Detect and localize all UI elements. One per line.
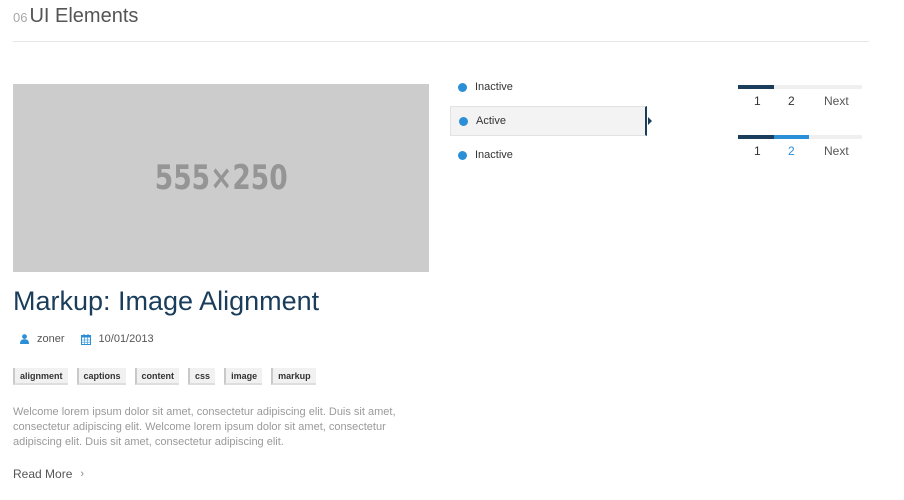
bullet-icon: [458, 82, 467, 92]
bullet-icon: [458, 150, 467, 160]
post-meta: zoner 10/01/2013: [20, 333, 154, 345]
tab-label: Inactive: [475, 81, 513, 93]
bullet-icon: [459, 116, 468, 126]
tab-inactive-1[interactable]: Inactive: [450, 72, 652, 102]
tag-list: alignment captions content css image mar…: [13, 368, 325, 385]
page-link-2[interactable]: 2: [788, 94, 795, 108]
post-author[interactable]: zoner: [37, 333, 65, 345]
next-page-link[interactable]: Next: [824, 94, 849, 108]
tag-alignment[interactable]: alignment: [13, 368, 68, 385]
page-link-1[interactable]: 1: [754, 94, 761, 108]
tag-captions[interactable]: captions: [76, 368, 126, 385]
section-title: UI Elements: [29, 5, 139, 27]
image-placeholder-label: 555×250: [154, 158, 288, 198]
next-page-link[interactable]: Next: [824, 144, 849, 158]
page-link-1[interactable]: 1: [754, 144, 761, 158]
post-excerpt: Welcome lorem ipsum dolor sit amet, cons…: [13, 406, 396, 448]
tab-label: Inactive: [475, 149, 513, 161]
tag-css[interactable]: css: [188, 368, 216, 385]
image-placeholder: 555×250: [13, 84, 429, 272]
tab-active[interactable]: Active: [450, 106, 652, 136]
tag-markup[interactable]: markup: [271, 368, 316, 385]
chevron-right-icon: ›: [80, 468, 85, 480]
section-number: 06: [13, 10, 28, 25]
post-title[interactable]: Markup: Image Alignment: [13, 286, 319, 317]
post-date: 10/01/2013: [98, 333, 154, 345]
section-heading: 06 UI Elements: [13, 5, 138, 28]
tag-content[interactable]: content: [134, 368, 180, 385]
calendar-icon: [80, 333, 91, 345]
divider: [13, 41, 869, 42]
vertical-tabs: Inactive Active Inactive: [450, 72, 652, 174]
page-link-2-current[interactable]: 2: [788, 144, 795, 158]
pagination-1: 1 2 Next: [738, 85, 862, 109]
tag-image[interactable]: image: [224, 368, 263, 385]
read-more-label: Read More: [13, 467, 73, 481]
user-icon: [20, 334, 29, 344]
read-more-link[interactable]: Read More ›: [13, 467, 84, 481]
tab-inactive-2[interactable]: Inactive: [450, 140, 652, 170]
pagination-2: 1 2 Next: [738, 135, 862, 159]
tab-label: Active: [476, 115, 506, 127]
